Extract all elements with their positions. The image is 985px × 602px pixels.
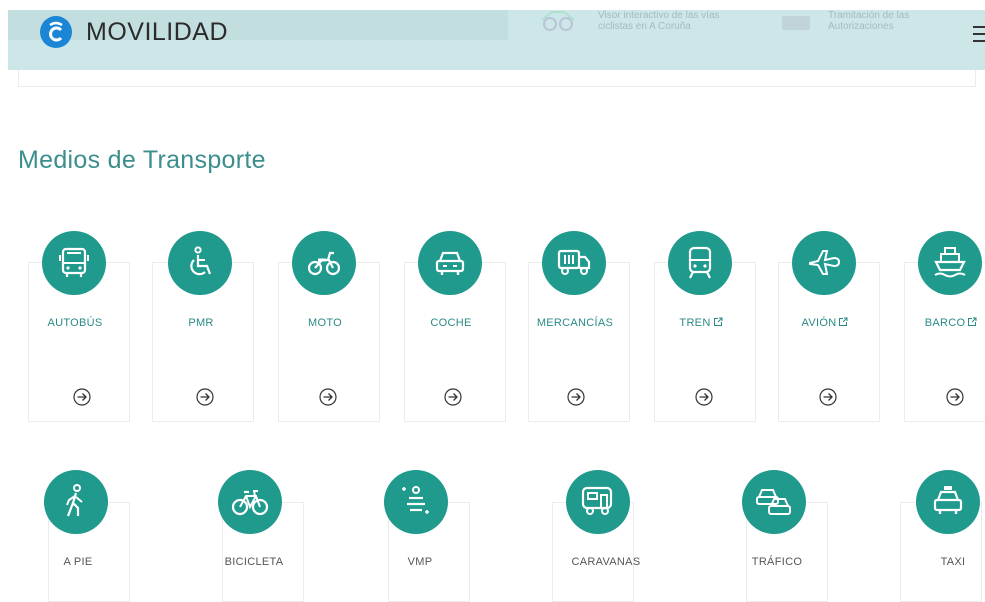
- transport-label-text: MOTO: [308, 317, 342, 329]
- transport-label-text: AVIÓN: [801, 317, 837, 329]
- brand-title[interactable]: MOVILIDAD: [86, 16, 228, 48]
- ship-icon[interactable]: [918, 231, 982, 295]
- arrow-circle-right-icon[interactable]: [72, 387, 92, 407]
- arrow-circle-right-icon[interactable]: [945, 387, 965, 407]
- arrow-circle-right-icon[interactable]: [195, 387, 215, 407]
- plane-icon[interactable]: [792, 231, 856, 295]
- traffic-icon[interactable]: [742, 470, 806, 534]
- caravan-icon[interactable]: [566, 470, 630, 534]
- transport-label-tren[interactable]: TREN: [651, 316, 751, 330]
- arrow-circle-right-icon[interactable]: [694, 387, 714, 407]
- transport-label-barco[interactable]: BARCO: [901, 316, 985, 330]
- taxi-icon[interactable]: [916, 470, 980, 534]
- promo-auth-text: Tramitación de las Autorizaciones: [828, 10, 910, 32]
- site-header: MOVILIDAD Visor interactivo de las vías …: [8, 10, 985, 70]
- header-band: [8, 10, 508, 40]
- walking-icon[interactable]: [44, 470, 108, 534]
- external-link-icon: [839, 317, 848, 326]
- hamburger-menu-icon[interactable]: [973, 26, 985, 46]
- truck-icon[interactable]: [542, 231, 606, 295]
- transport-label-trafico[interactable]: TRÁFICO: [727, 555, 827, 569]
- external-link-icon: [713, 317, 723, 326]
- transport-label-coche[interactable]: COCHE: [401, 316, 501, 330]
- header-shadow-box: [18, 70, 976, 87]
- transport-label-text: AUTOBÚS: [47, 317, 103, 329]
- section-title: Medios de Transporte: [18, 146, 266, 174]
- promo-bike-lanes[interactable]: Visor interactivo de las vías ciclistas …: [538, 10, 738, 40]
- arrow-circle-right-icon[interactable]: [443, 387, 463, 407]
- transport-label-text: TREN: [679, 317, 711, 329]
- motorcycle-icon[interactable]: [292, 231, 356, 295]
- transport-label-taxi[interactable]: TAXI: [903, 555, 985, 569]
- transport-label-text: COCHE: [430, 317, 472, 329]
- transport-label-pmr[interactable]: PMR: [151, 316, 251, 330]
- arrow-circle-right-icon[interactable]: [318, 387, 338, 407]
- wheelchair-icon[interactable]: [168, 231, 232, 295]
- bike-map-icon: [541, 11, 575, 31]
- bicycle-icon[interactable]: [218, 470, 282, 534]
- car-icon[interactable]: [418, 231, 482, 295]
- transport-label-bicicleta[interactable]: BICICLETA: [204, 555, 304, 569]
- transport-label-text: BARCO: [924, 317, 966, 329]
- transport-label-avion[interactable]: AVIÓN: [775, 316, 875, 330]
- arrow-circle-right-icon[interactable]: [818, 387, 838, 407]
- promo-bike-text: Visor interactivo de las vías ciclistas …: [598, 10, 720, 32]
- city-logo-icon[interactable]: [40, 16, 72, 48]
- bus-icon[interactable]: [42, 231, 106, 295]
- transport-label-caravanas[interactable]: CARAVANAS: [556, 555, 656, 569]
- promo-authorizations[interactable]: Tramitación de las Autorizaciones: [778, 10, 968, 40]
- scooter-icon[interactable]: [384, 470, 448, 534]
- ticket-icon: [782, 16, 810, 30]
- arrow-circle-right-icon[interactable]: [566, 387, 586, 407]
- transport-label-moto[interactable]: MOTO: [275, 316, 375, 330]
- external-link-icon: [968, 317, 977, 326]
- transport-label-vmp[interactable]: VMP: [370, 555, 470, 569]
- transport-label-autobus[interactable]: AUTOBÚS: [25, 316, 125, 330]
- transport-label-a-pie[interactable]: A PIE: [28, 555, 128, 569]
- transport-label-text: MERCANCÍAS: [536, 317, 614, 329]
- transport-label-mercancias[interactable]: MERCANCÍAS: [525, 316, 625, 330]
- transport-label-text: PMR: [188, 317, 214, 329]
- train-icon[interactable]: [668, 231, 732, 295]
